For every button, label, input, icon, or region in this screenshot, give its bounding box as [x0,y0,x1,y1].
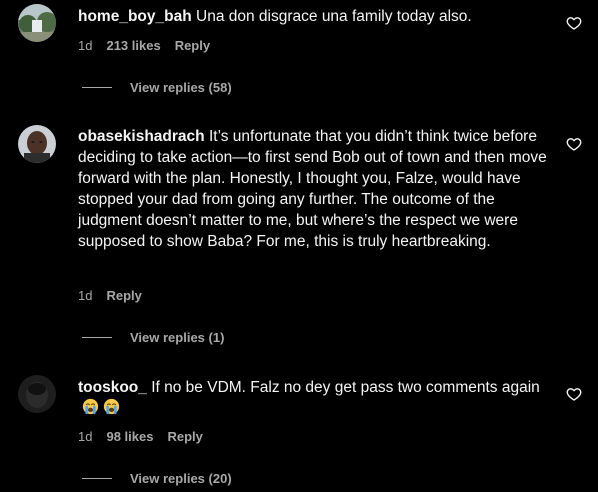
comment-time: 1d [78,288,93,303]
comment-time: 1d [78,429,93,444]
view-replies-button[interactable]: View replies (1) [82,330,224,345]
view-replies-label: View replies (20) [130,471,232,486]
comment-body: It’s unfortunate that you didn’t think t… [78,128,547,250]
view-replies-label: View replies (1) [130,330,225,345]
comment-text: tooskoo_ If no be VDM. Falz no dey get p… [78,377,548,419]
reply-button[interactable]: Reply [175,38,210,53]
comment-likes[interactable]: 98 likes [106,429,153,444]
comment-meta: 1d Reply [78,288,142,303]
avatar[interactable] [18,4,56,42]
comment-text: home_boy_bah Una don disgrace una family… [78,6,548,27]
avatar-image [18,375,56,413]
comment-body: Una don disgrace una family today also. [196,8,472,25]
heart-outline-icon[interactable] [566,15,582,31]
reply-button[interactable]: Reply [106,288,141,303]
avatar[interactable] [18,125,56,163]
avatar-image [18,125,56,163]
view-replies-button[interactable]: View replies (58) [82,80,232,95]
loudly-crying-emoji-icon [103,398,120,415]
comment-username[interactable]: home_boy_bah [78,8,192,25]
comment-time: 1d [78,38,93,53]
avatar-image [18,4,56,42]
heart-outline-icon[interactable] [566,136,582,152]
heart-outline-icon[interactable] [566,386,582,402]
comment-meta: 1d 98 likes Reply [78,429,203,444]
comment-meta: 1d 213 likes Reply [78,38,210,53]
comment-text: obasekishadrach It’s unfortunate that yo… [78,126,548,252]
replies-divider [82,478,112,479]
comment-likes[interactable]: 213 likes [106,38,160,53]
comment-username[interactable]: tooskoo_ [78,379,147,396]
view-replies-label: View replies (58) [130,80,232,95]
comment-username[interactable]: obasekishadrach [78,128,205,145]
view-replies-button[interactable]: View replies (20) [82,471,232,486]
avatar[interactable] [18,375,56,413]
reply-button[interactable]: Reply [167,429,202,444]
loudly-crying-emoji-icon [82,398,99,415]
comment-body: If no be VDM. Falz no dey get pass two c… [151,379,540,396]
replies-divider [82,87,112,88]
replies-divider [82,337,112,338]
